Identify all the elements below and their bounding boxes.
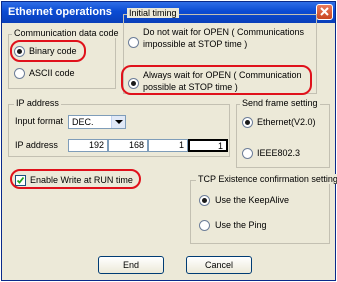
keepalive-radio[interactable] bbox=[199, 195, 210, 206]
binary-code-radio[interactable] bbox=[14, 46, 25, 57]
ethernet-operations-dialog: Ethernet operations Communication data c… bbox=[1, 1, 337, 281]
ip-octet-2-input[interactable]: 168 bbox=[108, 139, 148, 152]
ip-octet-4-input[interactable]: 1 bbox=[188, 139, 228, 152]
keepalive-label[interactable]: Use the KeepAlive bbox=[215, 195, 289, 205]
communication-data-code-legend: Communication data code bbox=[12, 28, 121, 38]
window-title: Ethernet operations bbox=[8, 6, 112, 18]
ip-octet-1-input[interactable]: 192 bbox=[68, 139, 108, 152]
do-not-wait-label-line2[interactable]: impossible at STOP time ) bbox=[143, 39, 247, 49]
ethernet-v2-label[interactable]: Ethernet(V2.0) bbox=[257, 117, 316, 127]
enable-write-run-checkbox[interactable] bbox=[15, 175, 26, 186]
close-icon bbox=[320, 7, 329, 16]
binary-code-label[interactable]: Binary code bbox=[29, 46, 77, 56]
input-format-select[interactable]: DEC. bbox=[68, 115, 126, 129]
checkmark-icon bbox=[16, 176, 25, 184]
send-frame-group: Send frame setting bbox=[236, 98, 330, 168]
ip-address-label: IP address bbox=[15, 140, 58, 150]
tcp-existence-group: TCP Existence confirmation setting bbox=[190, 174, 337, 244]
ascii-code-radio[interactable] bbox=[14, 68, 25, 79]
end-button[interactable]: End bbox=[98, 256, 164, 274]
enable-write-run-label[interactable]: Enable Write at RUN time bbox=[30, 175, 133, 185]
always-wait-label-line2[interactable]: possible at STOP time ) bbox=[143, 82, 238, 92]
input-format-label: Input format bbox=[15, 116, 64, 126]
initial-timing-legend: Initial timing bbox=[127, 8, 179, 18]
ascii-code-label[interactable]: ASCII code bbox=[29, 68, 75, 78]
ieee8023-radio[interactable] bbox=[242, 148, 253, 159]
do-not-wait-label-line1[interactable]: Do not wait for OPEN ( Communications bbox=[143, 27, 304, 37]
send-frame-legend: Send frame setting bbox=[240, 98, 320, 108]
input-format-value: DEC. bbox=[72, 117, 94, 127]
always-wait-radio[interactable] bbox=[128, 78, 139, 89]
cancel-button[interactable]: Cancel bbox=[186, 256, 252, 274]
ip-octet-3-input[interactable]: 1 bbox=[148, 139, 188, 152]
always-wait-label-line1[interactable]: Always wait for OPEN ( Communication bbox=[143, 70, 302, 80]
ethernet-v2-radio[interactable] bbox=[242, 117, 253, 128]
tcp-existence-legend: TCP Existence confirmation setting bbox=[196, 174, 337, 184]
do-not-wait-radio[interactable] bbox=[128, 37, 139, 48]
ip-address-legend: IP address bbox=[14, 98, 61, 108]
close-button[interactable] bbox=[316, 4, 333, 20]
ieee8023-label[interactable]: IEEE802.3 bbox=[257, 148, 300, 158]
chevron-down-icon[interactable] bbox=[111, 116, 125, 128]
ping-label[interactable]: Use the Ping bbox=[215, 220, 267, 230]
ping-radio[interactable] bbox=[199, 220, 210, 231]
communication-data-code-group: Communication data code bbox=[8, 28, 121, 89]
